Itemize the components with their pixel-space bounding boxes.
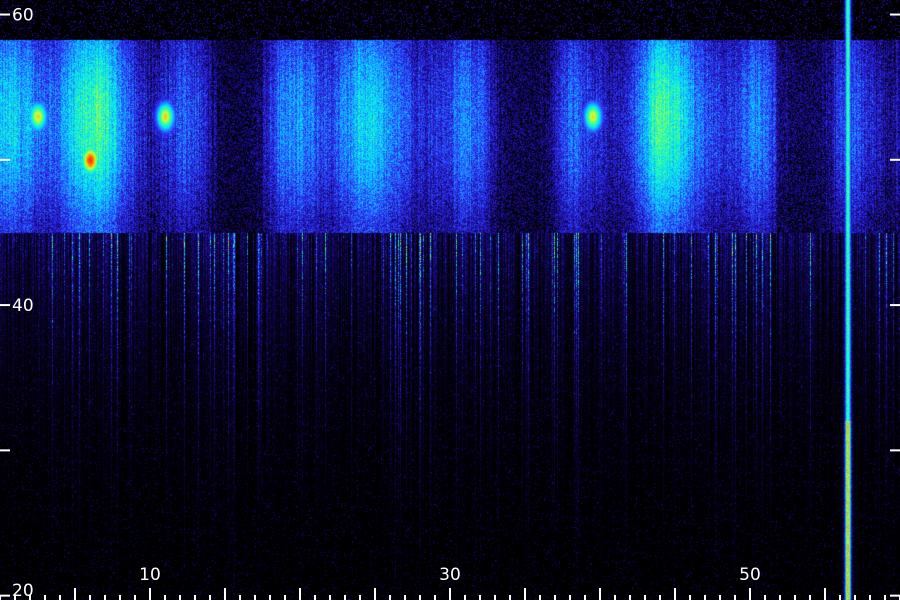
y-tick-label: 60 — [12, 6, 34, 26]
y-tick-label: 40 — [12, 296, 34, 316]
x-tick-label: 30 — [439, 565, 461, 585]
y-tick-label: 20 — [12, 581, 34, 600]
heatmap-image — [0, 0, 900, 600]
x-tick-label: 10 — [139, 565, 161, 585]
x-tick-label: 50 — [739, 565, 761, 585]
spectrogram-chart: 10 30 50 20 40 60 — [0, 0, 900, 600]
